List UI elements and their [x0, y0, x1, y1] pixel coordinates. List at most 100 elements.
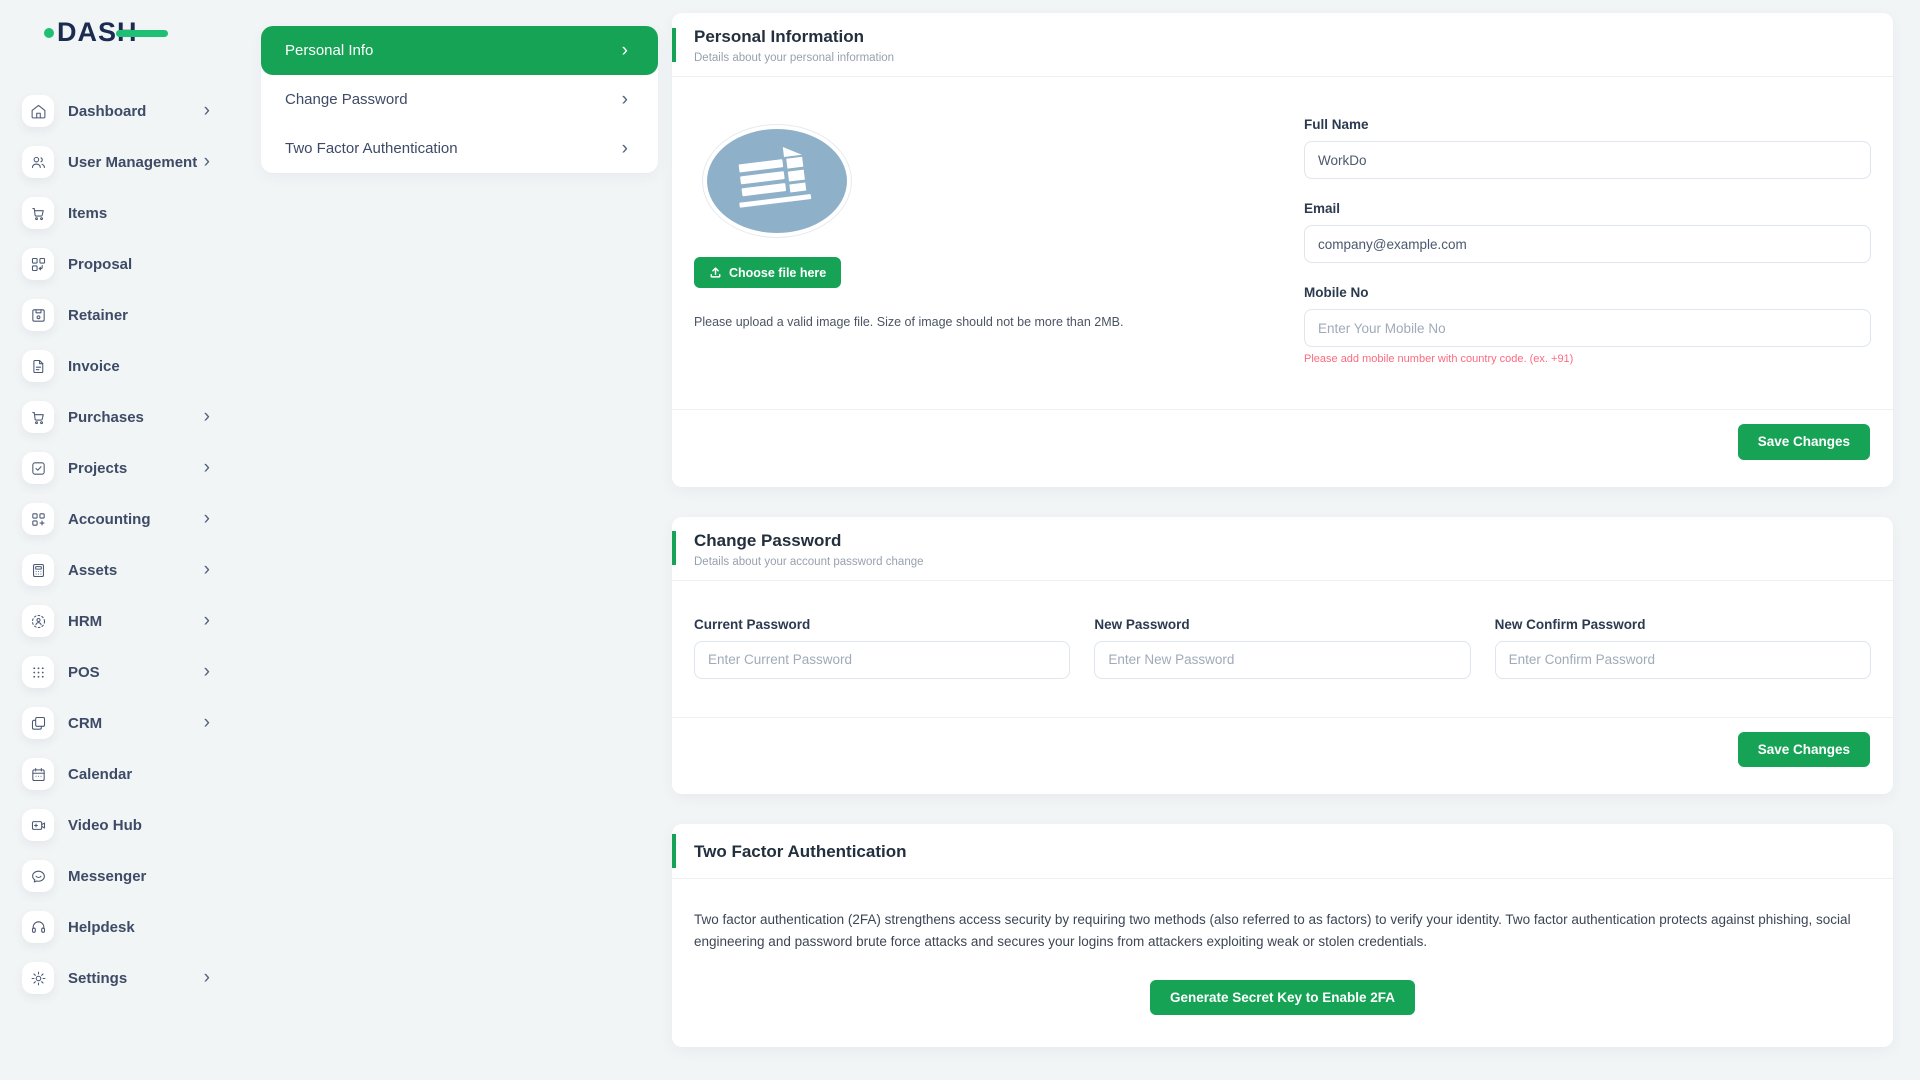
confirm-password-label: New Confirm Password: [1495, 617, 1871, 632]
chat-bubble-icon: [22, 860, 54, 892]
chevron-right-icon: ›: [204, 103, 210, 118]
grid-plus-icon: [22, 503, 54, 535]
two-factor-header: Two Factor Authentication: [672, 824, 1893, 879]
chevron-right-icon: ›: [204, 970, 210, 985]
choose-file-label: Choose file here: [729, 266, 826, 280]
sidebar-item-proposal[interactable]: Proposal: [0, 248, 250, 280]
change-password-header: Change Password Details about your accou…: [672, 517, 1893, 581]
sidebar-menu: Dashboard › User Management › Items Prop…: [0, 95, 250, 994]
subnav-item-label: Personal Info: [285, 42, 373, 59]
save-changes-button[interactable]: Save Changes: [1738, 732, 1870, 768]
app-logo[interactable]: DASH: [44, 16, 204, 48]
full-name-label: Full Name: [1304, 117, 1871, 132]
sidebar-item-helpdesk[interactable]: Helpdesk: [0, 911, 250, 943]
email-field[interactable]: [1304, 225, 1871, 263]
accent-bar: [672, 531, 676, 565]
sidebar-item-projects[interactable]: Projects ›: [0, 452, 250, 484]
calculator-icon: [22, 554, 54, 586]
two-factor-description: Two factor authentication (2FA) strength…: [694, 909, 1871, 954]
change-password-body: Current Password New Password New Confir…: [672, 581, 1893, 717]
card-subtitle: Details about your personal information: [694, 52, 1871, 64]
chevron-right-icon: ›: [622, 141, 628, 156]
card-title: Personal Information: [694, 27, 1871, 47]
subnav-item-personal-info[interactable]: Personal Info ›: [261, 26, 658, 75]
settings-subnav: Personal Info › Change Password › Two Fa…: [261, 26, 658, 173]
sidebar-item-assets[interactable]: Assets ›: [0, 554, 250, 586]
sidebar-item-accounting[interactable]: Accounting ›: [0, 503, 250, 535]
chevron-right-icon: ›: [204, 562, 210, 577]
subnav-item-label: Two Factor Authentication: [285, 140, 458, 157]
change-password-card: Change Password Details about your accou…: [672, 517, 1893, 795]
main-content: Personal Information Details about your …: [672, 13, 1893, 1080]
chevron-right-icon: ›: [204, 511, 210, 526]
cart-icon: [22, 197, 54, 229]
choose-file-button[interactable]: Choose file here: [694, 257, 841, 288]
sidebar-item-retainer[interactable]: Retainer: [0, 299, 250, 331]
avatar-section: Choose file here Please upload a valid i…: [694, 117, 1304, 365]
chevron-right-icon: ›: [204, 715, 210, 730]
accent-bar: [672, 834, 676, 868]
full-name-group: Full Name: [1304, 117, 1871, 179]
sidebar-item-invoice[interactable]: Invoice: [0, 350, 250, 382]
current-password-label: Current Password: [694, 617, 1070, 632]
email-label: Email: [1304, 201, 1871, 216]
avatar-wrap: [703, 125, 851, 237]
sidebar-item-video-hub[interactable]: Video Hub: [0, 809, 250, 841]
sidebar-item-hrm[interactable]: HRM ›: [0, 605, 250, 637]
card-subtitle: Details about your account password chan…: [694, 556, 1871, 568]
sidebar-item-user-management[interactable]: User Management ›: [0, 146, 250, 178]
save-icon: [22, 299, 54, 331]
subnav-item-change-password[interactable]: Change Password ›: [261, 75, 658, 124]
sidebar-item-messenger[interactable]: Messenger: [0, 860, 250, 892]
sidebar-item-label: Items: [68, 205, 107, 222]
chevron-right-icon: ›: [204, 409, 210, 424]
chevron-right-icon: ›: [204, 460, 210, 475]
sidebar-item-label: Proposal: [68, 256, 132, 273]
personal-info-body: Choose file here Please upload a valid i…: [672, 77, 1893, 409]
subnav-item-two-factor[interactable]: Two Factor Authentication ›: [261, 124, 658, 173]
email-group: Email: [1304, 201, 1871, 263]
sidebar-item-label: CRM: [68, 715, 102, 732]
sidebar-item-pos[interactable]: POS ›: [0, 656, 250, 688]
two-factor-button-row: Generate Secret Key to Enable 2FA: [694, 980, 1871, 1016]
confirm-password-group: New Confirm Password: [1495, 617, 1871, 679]
blocks-icon: [22, 248, 54, 280]
new-password-group: New Password: [1094, 617, 1470, 679]
building-logo-image: [729, 142, 825, 220]
gear-icon: [22, 962, 54, 994]
generate-secret-key-button[interactable]: Generate Secret Key to Enable 2FA: [1150, 980, 1415, 1016]
sidebar-item-label: Accounting: [68, 511, 151, 528]
sidebar-item-label: Calendar: [68, 766, 132, 783]
new-password-label: New Password: [1094, 617, 1470, 632]
chevron-right-icon: ›: [204, 154, 210, 169]
mobile-field[interactable]: [1304, 309, 1871, 347]
sidebar-item-dashboard[interactable]: Dashboard ›: [0, 95, 250, 127]
card-title: Two Factor Authentication: [694, 842, 1871, 862]
full-name-field[interactable]: [1304, 141, 1871, 179]
card-title: Change Password: [694, 531, 1871, 551]
personal-info-card: Personal Information Details about your …: [672, 13, 1893, 487]
sidebar-item-purchases[interactable]: Purchases ›: [0, 401, 250, 433]
chevron-right-icon: ›: [204, 613, 210, 628]
two-factor-card: Two Factor Authentication Two factor aut…: [672, 824, 1893, 1047]
sidebar-item-label: Invoice: [68, 358, 120, 375]
primary-sidebar: DASH Dashboard › User Management › Items…: [0, 0, 250, 1080]
upload-note: Please upload a valid image file. Size o…: [694, 315, 1304, 329]
current-password-field[interactable]: [694, 641, 1070, 679]
sidebar-item-items[interactable]: Items: [0, 197, 250, 229]
save-changes-button[interactable]: Save Changes: [1738, 424, 1870, 460]
logo-dash-icon: [116, 30, 168, 37]
person-scan-icon: [22, 605, 54, 637]
sidebar-item-label: POS: [68, 664, 100, 681]
sidebar-item-settings[interactable]: Settings ›: [0, 962, 250, 994]
sidebar-item-calendar[interactable]: Calendar: [0, 758, 250, 790]
avatar: [703, 125, 851, 237]
sidebar-item-crm[interactable]: CRM ›: [0, 707, 250, 739]
new-password-field[interactable]: [1094, 641, 1470, 679]
sidebar-item-label: Retainer: [68, 307, 128, 324]
video-camera-icon: [22, 809, 54, 841]
sidebar-item-label: Messenger: [68, 868, 146, 885]
sidebar-item-label: Purchases: [68, 409, 144, 426]
two-factor-body: Two factor authentication (2FA) strength…: [672, 879, 1893, 1047]
confirm-password-field[interactable]: [1495, 641, 1871, 679]
